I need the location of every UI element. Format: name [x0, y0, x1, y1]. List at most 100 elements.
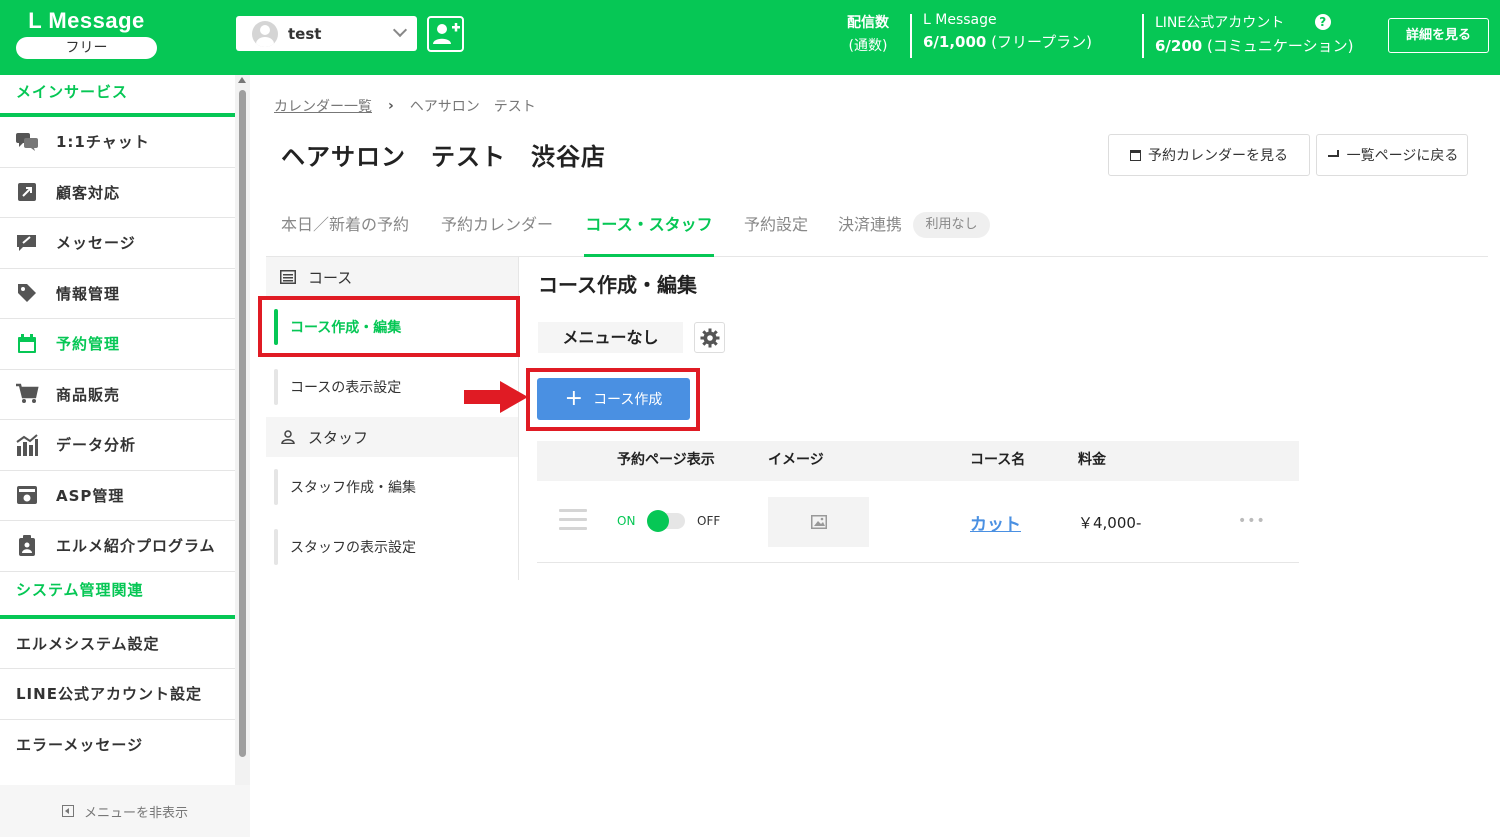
section-title: コース作成・編集	[538, 273, 697, 297]
help-icon[interactable]: ?	[1314, 14, 1331, 30]
sidebar-item-system-settings[interactable]: エルメシステム設定	[0, 619, 235, 669]
highlight-box-course-edit	[258, 296, 520, 357]
account-name: test	[288, 24, 322, 43]
indicator	[274, 469, 278, 505]
view-calendar-button[interactable]: 予約カレンダーを見る	[1108, 134, 1310, 176]
course-name-link[interactable]: カット	[970, 510, 1021, 535]
sidebar-item-customer[interactable]: 顧客対応	[0, 168, 235, 218]
calendar-icon	[1130, 149, 1141, 161]
chart-icon	[14, 433, 40, 457]
tab-calendar[interactable]: 予約カレンダー	[441, 206, 553, 257]
subnav-group-label: コース	[308, 268, 353, 287]
course-image-thumbnail[interactable]	[768, 497, 869, 547]
booking-display-toggle[interactable]	[647, 510, 685, 532]
tab-payment[interactable]: 決済連携	[838, 206, 902, 257]
tag-icon	[14, 281, 40, 305]
tab-today-new[interactable]: 本日／新着の予約	[281, 206, 409, 257]
sidebar: メインサービス 1:1チャット 顧客対応 メッセージ 情報管理 予約管理 商品販	[0, 75, 235, 837]
sidebar-item-sales[interactable]: 商品販売	[0, 370, 235, 420]
subnav-group-staff: スタッフ	[266, 417, 518, 457]
calendar-icon	[14, 332, 40, 356]
subnav-item-label: コースの表示設定	[290, 380, 402, 396]
sidebar-item-line-settings[interactable]: LINE公式アカウント設定	[0, 669, 235, 720]
app-name: L Message	[28, 8, 145, 33]
subnav-staff-edit[interactable]: スタッフ作成・編集	[266, 457, 518, 517]
sidebar-item-info[interactable]: 情報管理	[0, 269, 235, 319]
divider	[1142, 14, 1144, 58]
column-header-image: イメージ	[768, 452, 824, 468]
sidebar-item-chat[interactable]: 1:1チャット	[0, 117, 235, 168]
plan-badge: フリー	[16, 37, 157, 59]
collapse-icon	[61, 805, 74, 817]
subnav-item-label: スタッフ作成・編集	[290, 480, 416, 496]
divider	[910, 14, 912, 58]
avatar-icon	[252, 20, 278, 47]
scrollbar-thumb[interactable]	[239, 90, 246, 757]
asp-icon	[14, 483, 40, 507]
user-icon	[281, 430, 295, 444]
sidebar-item-referral[interactable]: エルメ紹介プログラム	[0, 521, 235, 572]
tab-course-staff[interactable]: コース・スタッフ	[584, 206, 714, 257]
page-title: ヘアサロン テスト 渋谷店	[281, 143, 606, 171]
breadcrumb-calendar-list-link[interactable]: カレンダー一覧	[274, 96, 372, 116]
chat-icon	[14, 130, 40, 154]
lmessage-plan: (フリープラン)	[991, 33, 1092, 51]
breadcrumb-separator-icon: ›	[388, 98, 394, 114]
back-to-list-label: 一覧ページに戻る	[1346, 148, 1459, 164]
line-account-label: LINE公式アカウント	[1155, 15, 1285, 31]
subnav-group-course: コース	[266, 257, 518, 297]
menu-chip: メニューなし	[538, 322, 683, 353]
view-calendar-label: 予約カレンダーを見る	[1148, 148, 1288, 164]
sidebar-item-asp[interactable]: ASP管理	[0, 471, 235, 521]
drag-handle-icon[interactable]	[559, 509, 587, 533]
delivery-count-label: 配信数 (通数)	[847, 12, 889, 55]
back-to-list-button[interactable]: 一覧ページに戻る	[1316, 134, 1468, 176]
column-header-booking-display: 予約ページ表示	[617, 452, 715, 468]
cart-icon	[14, 382, 40, 406]
menu-settings-button[interactable]	[694, 322, 725, 353]
main-service-heading: メインサービス	[0, 75, 235, 117]
more-options-icon[interactable]: •••	[1238, 513, 1266, 529]
tab-bar: 本日／新着の予約 予約カレンダー コース・スタッフ 予約設定 決済連携 利用なし	[266, 206, 1488, 257]
delivery-sub: (通数)	[848, 38, 888, 54]
return-arrow-icon	[1326, 150, 1340, 160]
create-course-label: コース作成	[593, 392, 663, 408]
top-header: L Message フリー test 配信数 (通数) L Message 6/…	[0, 0, 1500, 75]
subnav-staff-display[interactable]: スタッフの表示設定	[266, 517, 518, 577]
sidebar-item-message[interactable]: メッセージ	[0, 218, 235, 269]
message-edit-icon	[14, 231, 40, 255]
toggle-on-label: ON	[617, 514, 636, 528]
chevron-down-icon	[392, 22, 408, 38]
sidebar-item-label: ASP管理	[56, 486, 125, 505]
sidebar-item-error-messages[interactable]: エラーメッセージ	[0, 720, 235, 771]
column-header-course-name: コース名	[970, 452, 1026, 468]
list-icon	[280, 270, 296, 284]
indicator	[274, 369, 278, 405]
sidebar-item-label: データ分析	[56, 436, 137, 455]
account-select[interactable]: test	[236, 16, 417, 51]
sidebar-item-label: メッセージ	[56, 234, 136, 253]
lmessage-count: 6/1,000	[923, 33, 987, 51]
indicator	[274, 529, 278, 565]
toggle-knob	[647, 510, 669, 532]
course-price: ￥4,000-	[1078, 514, 1142, 532]
scroll-up-arrow-icon[interactable]	[238, 77, 246, 83]
red-arrow-icon	[464, 381, 528, 413]
add-user-button[interactable]	[427, 16, 464, 52]
tab-reservation-settings[interactable]: 予約設定	[744, 206, 808, 257]
app-logo[interactable]: L Message フリー	[16, 8, 157, 59]
create-course-button[interactable]: + コース作成	[537, 378, 690, 420]
course-table-header: 予約ページ表示 イメージ コース名 料金	[537, 441, 1299, 481]
breadcrumb: カレンダー一覧 › ヘアサロン テスト	[274, 96, 536, 116]
sidebar-item-label: 1:1チャット	[56, 133, 150, 152]
system-section-heading: システム管理関連	[0, 572, 235, 619]
sidebar-item-label: 予約管理	[56, 335, 121, 354]
hide-menu-button[interactable]: メニューを非表示	[0, 785, 250, 837]
subnav-item-label: スタッフの表示設定	[290, 540, 416, 556]
sidebar-item-reservation[interactable]: 予約管理	[0, 319, 235, 370]
details-button[interactable]: 詳細を見る	[1388, 18, 1489, 53]
plus-icon: +	[564, 386, 584, 411]
gear-icon	[700, 328, 719, 347]
sidebar-item-analytics[interactable]: データ分析	[0, 420, 235, 471]
sidebar-item-label: 顧客対応	[56, 183, 121, 202]
